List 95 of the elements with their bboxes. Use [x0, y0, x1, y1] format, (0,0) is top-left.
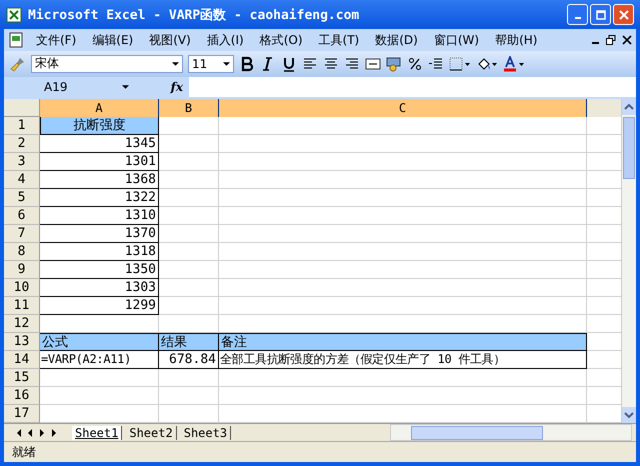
row-header[interactable]: 4	[4, 170, 40, 189]
table-cell: 1301	[40, 152, 159, 171]
row-header[interactable]: 3	[4, 152, 40, 171]
menu-item[interactable]: 格式(O)	[254, 32, 313, 49]
close-icon	[618, 10, 628, 20]
caret-icon	[223, 62, 230, 66]
table-cell: 1350	[40, 260, 159, 279]
minimize-button[interactable]	[567, 4, 588, 26]
table-cell	[159, 134, 219, 153]
table-cell	[159, 386, 219, 405]
currency-icon[interactable]	[386, 56, 402, 72]
table-cell: 1299	[40, 296, 159, 315]
row-header[interactable]: 16	[4, 386, 40, 405]
row-header[interactable]: 8	[4, 242, 40, 261]
merge-cells-icon[interactable]	[365, 56, 381, 72]
table-cell	[159, 368, 219, 387]
table-cell: 678.84	[159, 350, 219, 369]
row-header[interactable]: 9	[4, 260, 40, 279]
caret-icon	[172, 62, 179, 66]
table-cell	[159, 206, 219, 225]
menu-item[interactable]: 编辑(E)	[86, 32, 144, 49]
close-button[interactable]	[613, 4, 634, 26]
row-header[interactable]: 11	[4, 296, 40, 315]
table-cell	[159, 170, 219, 189]
table-cell: 备注	[219, 332, 587, 351]
close-icon[interactable]	[622, 34, 632, 46]
scroll-thumb[interactable]	[623, 116, 635, 179]
table-cell: 1368	[40, 170, 159, 189]
table-cell	[159, 278, 219, 297]
row-header[interactable]: 6	[4, 206, 40, 225]
table-cell	[159, 296, 219, 315]
table-cell: 公式	[40, 332, 159, 351]
menu-item[interactable]: 窗口(W)	[428, 32, 490, 49]
spreadsheet-icon	[6, 6, 22, 23]
table-cell	[159, 260, 219, 279]
sheet-tab[interactable]: Sheet1	[72, 426, 122, 440]
fill-color-icon[interactable]	[476, 56, 498, 72]
maximize-icon	[596, 10, 606, 20]
percent-icon[interactable]	[407, 56, 423, 72]
column-header[interactable]: B	[159, 98, 219, 117]
table-cell: 抗断强度	[40, 116, 159, 135]
function-button[interactable]: fx	[139, 76, 189, 97]
table-cell: =VARP(A2:A11)	[40, 350, 159, 369]
borders-icon[interactable]	[449, 56, 471, 72]
table-cell: 结果	[159, 332, 219, 351]
menu-item[interactable]: 文件(F)	[30, 32, 86, 49]
row-header[interactable]: 10	[4, 278, 40, 297]
row-header[interactable]: 1	[4, 116, 40, 135]
table-cell	[159, 224, 219, 243]
column-header[interactable]: C	[219, 98, 587, 117]
font-dropdown[interactable]: 宋体	[31, 54, 183, 73]
table-cell: 1322	[40, 188, 159, 207]
window-title: Microsoft Excel - VARP函数 - caohaifeng.com	[28, 6, 360, 24]
table-cell	[159, 188, 219, 207]
menu-item[interactable]: 插入(I)	[200, 32, 254, 49]
font-color-icon[interactable]	[503, 56, 525, 72]
brush-icon[interactable]	[10, 56, 26, 72]
scroll-down-icon[interactable]	[622, 406, 636, 423]
row-header[interactable]: 7	[4, 224, 40, 243]
menu-item[interactable]: 视图(V)	[143, 32, 201, 49]
row-header[interactable]: 2	[4, 134, 40, 153]
row-header[interactable]: 5	[4, 188, 40, 207]
table-cell	[159, 152, 219, 171]
table-cell: 1345	[40, 134, 159, 153]
table-cell: 1370	[40, 224, 159, 243]
underline-icon[interactable]	[281, 56, 297, 72]
row-header[interactable]: 15	[4, 368, 40, 387]
horizontal-scrollbar[interactable]	[390, 424, 632, 441]
bold-icon[interactable]	[239, 56, 255, 72]
row-header[interactable]: 13	[4, 332, 40, 351]
column-header[interactable]: A	[40, 98, 159, 117]
scroll-up-icon[interactable]	[622, 98, 636, 115]
row-header[interactable]: 14	[4, 350, 40, 369]
table-cell: 1318	[40, 242, 159, 261]
name-box[interactable]: A19	[4, 76, 139, 97]
table-cell	[159, 242, 219, 261]
row-header[interactable]: 17	[4, 404, 40, 423]
row-header[interactable]: 12	[4, 314, 40, 333]
restore-icon[interactable]	[606, 34, 616, 46]
table-cell: 1303	[40, 278, 159, 297]
menu-item[interactable]: 工具(T)	[312, 32, 370, 49]
caret-icon	[122, 84, 129, 89]
menu-item[interactable]: 数据(D)	[369, 32, 428, 49]
vertical-scrollbar[interactable]	[621, 98, 636, 423]
status-text: 就绪	[12, 444, 36, 461]
table-cell: 全部工具抗断强度的方差（假定仅生产了 10 件工具）	[219, 350, 587, 369]
minimize-icon	[574, 17, 580, 20]
maximize-button[interactable]	[590, 4, 611, 26]
sheet-tab[interactable]: Sheet3	[180, 426, 232, 440]
document-icon[interactable]	[8, 32, 24, 48]
menu-item[interactable]: 帮助(H)	[489, 32, 548, 49]
sheet-tab[interactable]: Sheet2	[126, 426, 177, 440]
table-cell: 1310	[40, 206, 159, 225]
table-cell	[159, 116, 219, 135]
font-size-dropdown[interactable]: 11	[188, 54, 234, 73]
